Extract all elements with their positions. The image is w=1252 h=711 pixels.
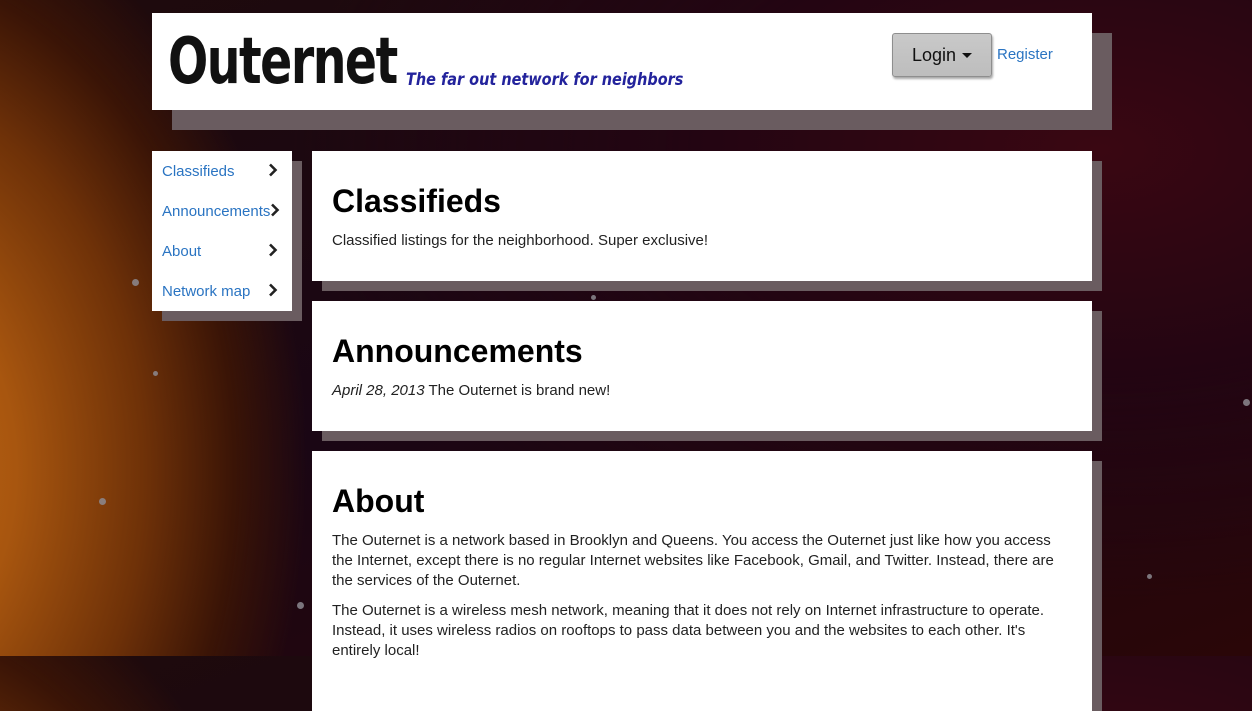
chevron-right-icon bbox=[269, 163, 278, 177]
section-text: Classified listings for the neighborhood… bbox=[332, 232, 709, 249]
announcement-date: April 28, 2013 bbox=[332, 382, 425, 399]
sidebar-item-label: Classifieds bbox=[162, 162, 235, 180]
classifieds-section: Classifieds Classified listings for the … bbox=[312, 151, 1092, 281]
announcement-text: The Outernet is brand new! bbox=[428, 382, 611, 399]
section-title: About bbox=[332, 483, 425, 519]
sidebar-item-about[interactable]: About bbox=[152, 231, 292, 271]
sidebar-item-label: Announcements bbox=[162, 202, 271, 220]
star-decoration bbox=[153, 371, 158, 376]
section-title: Announcements bbox=[332, 333, 583, 369]
site-tagline: The far out network for neighbors bbox=[406, 70, 684, 90]
sidebar-item-classifieds[interactable]: Classifieds bbox=[152, 151, 292, 191]
login-button[interactable]: Login bbox=[892, 33, 992, 77]
about-paragraph: The Outernet is a wireless mesh network,… bbox=[332, 602, 1045, 659]
sidebar-item-announcements[interactable]: Announcements bbox=[152, 191, 292, 231]
sidebar-nav: Classifieds Announcements About Network … bbox=[152, 151, 292, 311]
sidebar-item-label: About bbox=[162, 242, 202, 260]
section-title: Classifieds bbox=[332, 183, 501, 219]
star-decoration bbox=[1243, 399, 1250, 406]
register-link[interactable]: Register bbox=[997, 46, 1053, 63]
star-decoration bbox=[591, 295, 596, 300]
chevron-right-icon bbox=[269, 283, 278, 297]
login-button-label: Login bbox=[911, 44, 957, 65]
chevron-right-icon bbox=[271, 203, 280, 217]
site-header: Outernet The far out network for neighbo… bbox=[152, 13, 1092, 110]
announcements-section: Announcements April 28, 2013 The Outerne… bbox=[312, 301, 1092, 431]
star-decoration bbox=[99, 498, 106, 505]
about-section: About The Outernet is a network based in… bbox=[312, 451, 1092, 711]
about-paragraph: The Outernet is a network based in Brook… bbox=[332, 532, 1054, 589]
announcement-item: April 28, 2013 The Outernet is brand new… bbox=[332, 381, 1072, 401]
site-logo[interactable]: Outernet bbox=[168, 23, 398, 101]
chevron-right-icon bbox=[269, 243, 278, 257]
sidebar-item-network-map[interactable]: Network map bbox=[152, 271, 292, 311]
star-decoration bbox=[132, 279, 139, 286]
star-decoration bbox=[297, 602, 304, 609]
sidebar-item-label: Network map bbox=[162, 282, 251, 300]
caret-down-icon bbox=[962, 52, 973, 58]
star-decoration bbox=[1147, 574, 1152, 579]
